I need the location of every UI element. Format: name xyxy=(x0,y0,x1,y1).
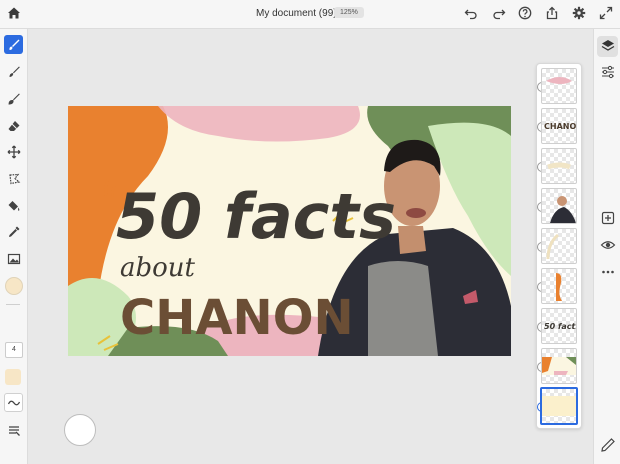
svg-text:50 facts: 50 facts xyxy=(544,322,576,331)
properties-sliders-icon[interactable] xyxy=(600,64,616,80)
fill-tool[interactable] xyxy=(4,196,23,215)
brush-size-field[interactable]: 4 xyxy=(5,342,23,358)
right-toolbar xyxy=(593,29,620,464)
layer-thumb-8[interactable] xyxy=(541,348,577,384)
blend-brush-icon xyxy=(8,93,20,104)
add-layer-icon[interactable] xyxy=(600,210,616,226)
zoom-level[interactable]: 125% xyxy=(334,7,364,18)
svg-text:CHANON: CHANON xyxy=(544,122,576,131)
layer-thumb-9-selected[interactable] xyxy=(540,387,578,425)
layers-panel: CHANON 50 facts xyxy=(536,63,582,429)
layer-thumb-4[interactable] xyxy=(541,188,577,224)
undo-icon[interactable] xyxy=(464,6,478,20)
move-tool[interactable] xyxy=(4,142,23,161)
eyedropper-icon xyxy=(8,226,19,237)
pixel-brush-tool[interactable] xyxy=(4,62,23,81)
eyedropper-tool[interactable] xyxy=(4,222,23,241)
lasso-icon xyxy=(8,173,20,184)
home-icon[interactable] xyxy=(6,5,22,21)
toolbar-divider xyxy=(6,304,20,305)
paint-brush-tool[interactable] xyxy=(4,35,23,54)
left-toolbar: 4 xyxy=(0,29,28,464)
share-icon[interactable] xyxy=(545,6,559,20)
touch-shortcut-button[interactable] xyxy=(64,414,96,446)
help-icon[interactable] xyxy=(518,6,532,20)
title-text-line1: 50 facts xyxy=(116,180,396,253)
document-title[interactable]: My document (99) xyxy=(256,8,337,19)
brush-stroke-settings[interactable] xyxy=(4,393,23,412)
layer-thumb-6[interactable] xyxy=(541,268,577,304)
more-options-icon[interactable] xyxy=(600,264,616,280)
image-icon xyxy=(7,253,20,264)
title-text-line3: CHANON xyxy=(120,290,354,346)
image-tool[interactable] xyxy=(4,249,23,268)
brush-opacity-swatch[interactable] xyxy=(5,369,21,385)
lasso-select-tool[interactable] xyxy=(4,169,23,188)
eraser-icon xyxy=(8,120,19,131)
expand-icon[interactable] xyxy=(599,6,613,20)
layer-thumb-7[interactable]: 50 facts xyxy=(541,308,577,344)
redo-icon[interactable] xyxy=(492,6,506,20)
visibility-eye-icon[interactable] xyxy=(600,237,616,253)
settings-gear-icon[interactable] xyxy=(572,6,586,20)
stroke-wave-icon xyxy=(7,400,20,405)
artwork-image: 50 facts about CHANON xyxy=(68,106,511,356)
artwork-canvas[interactable]: 50 facts about CHANON xyxy=(68,106,511,356)
pixel-brush-icon xyxy=(9,66,20,77)
paint-bucket-icon xyxy=(8,200,19,211)
pencil-edit-icon[interactable] xyxy=(600,437,616,453)
layer-thumb-3[interactable] xyxy=(541,148,577,184)
title-text-line2: about xyxy=(120,253,196,283)
brush-properties-tool[interactable] xyxy=(4,420,23,439)
eraser-tool[interactable] xyxy=(4,116,23,135)
top-bar: My document (99) 125% xyxy=(0,0,620,29)
layer-thumb-1[interactable] xyxy=(541,68,577,104)
brush-settings-icon xyxy=(8,425,20,436)
blend-brush-tool[interactable] xyxy=(4,89,23,108)
move-icon xyxy=(7,145,20,158)
paint-brush-icon xyxy=(8,39,19,50)
layer-thumb-2[interactable]: CHANON xyxy=(541,108,577,144)
layers-icon[interactable] xyxy=(600,38,616,54)
layer-thumb-5[interactable] xyxy=(541,228,577,264)
color-swatch[interactable] xyxy=(5,277,23,295)
